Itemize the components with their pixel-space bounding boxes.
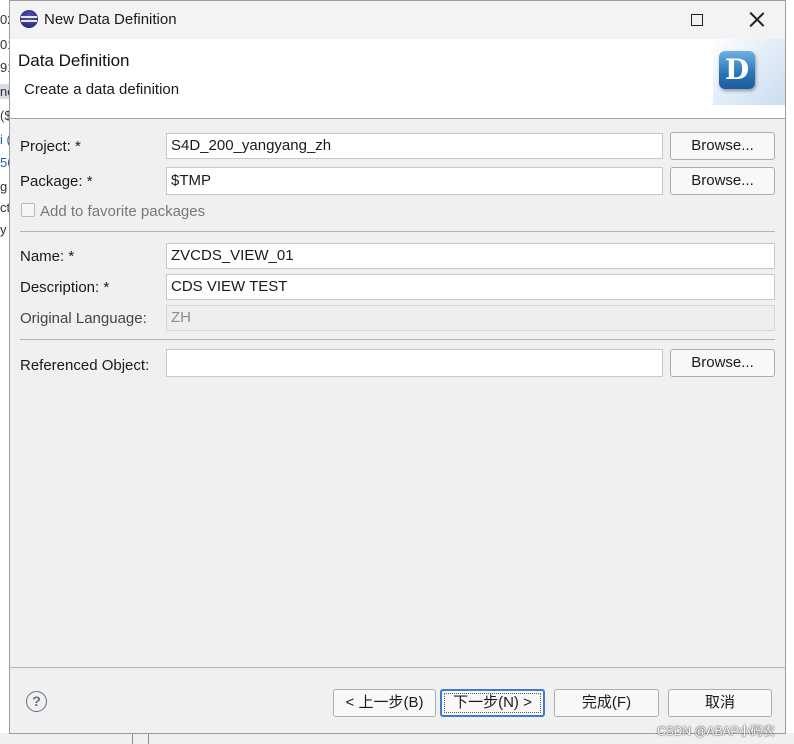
wizard-banner-image: D	[713, 39, 785, 105]
csdn-watermark: CSDN @ABAP小码农	[657, 724, 775, 738]
data-definition-logo-icon: D	[719, 51, 755, 89]
favorite-packages-label: Add to favorite packages	[40, 203, 206, 220]
background-divider	[148, 733, 149, 744]
title-bar: New Data Definition	[10, 1, 785, 39]
favorite-packages-checkbox[interactable]	[21, 203, 35, 217]
package-label: Package: *	[20, 173, 93, 190]
description-input[interactable]: CDS VIEW TEST	[166, 274, 775, 300]
project-input[interactable]: S4D_200_yangyang_zh	[166, 133, 663, 159]
project-label: Project: *	[20, 138, 81, 155]
referenced-object-input[interactable]	[166, 349, 663, 377]
wizard-header: Data Definition Create a data definition…	[10, 39, 785, 119]
wizard-title: Data Definition	[18, 51, 130, 70]
name-label: Name: *	[20, 248, 75, 265]
background-text: g	[0, 179, 8, 194]
package-browse-button[interactable]: Browse...	[670, 167, 775, 195]
next-button[interactable]: 下一步(N) >	[440, 689, 545, 717]
close-icon	[749, 12, 764, 27]
wizard-description: Create a data definition	[24, 81, 180, 98]
maximize-button[interactable]	[674, 1, 720, 39]
background-text: y	[0, 222, 7, 237]
new-data-definition-dialog: New Data Definition Data Definition Crea…	[9, 0, 786, 734]
footer-divider	[10, 667, 785, 668]
maximize-icon	[691, 14, 703, 26]
original-language-label: Original Language:	[20, 310, 147, 327]
section-divider	[20, 231, 775, 232]
name-input[interactable]: ZVCDS_VIEW_01	[166, 243, 775, 269]
focus-ring	[444, 693, 541, 713]
cancel-button[interactable]: 取消	[668, 689, 772, 717]
project-browse-button[interactable]: Browse...	[670, 132, 775, 160]
referenced-object-label: Referenced Object:	[20, 357, 150, 374]
package-input[interactable]: $TMP	[166, 167, 663, 195]
original-language-input: ZH	[166, 305, 775, 331]
help-icon[interactable]: ?	[26, 691, 47, 712]
window-title: New Data Definition	[44, 11, 177, 28]
close-button[interactable]	[733, 1, 779, 39]
section-divider	[20, 339, 775, 340]
background-divider	[132, 733, 133, 744]
description-label: Description: *	[20, 279, 110, 296]
finish-button[interactable]: 完成(F)	[554, 689, 659, 717]
eclipse-app-icon	[20, 10, 38, 28]
back-button[interactable]: < 上一步(B)	[333, 689, 436, 717]
referenced-object-browse-button[interactable]: Browse...	[670, 349, 775, 377]
